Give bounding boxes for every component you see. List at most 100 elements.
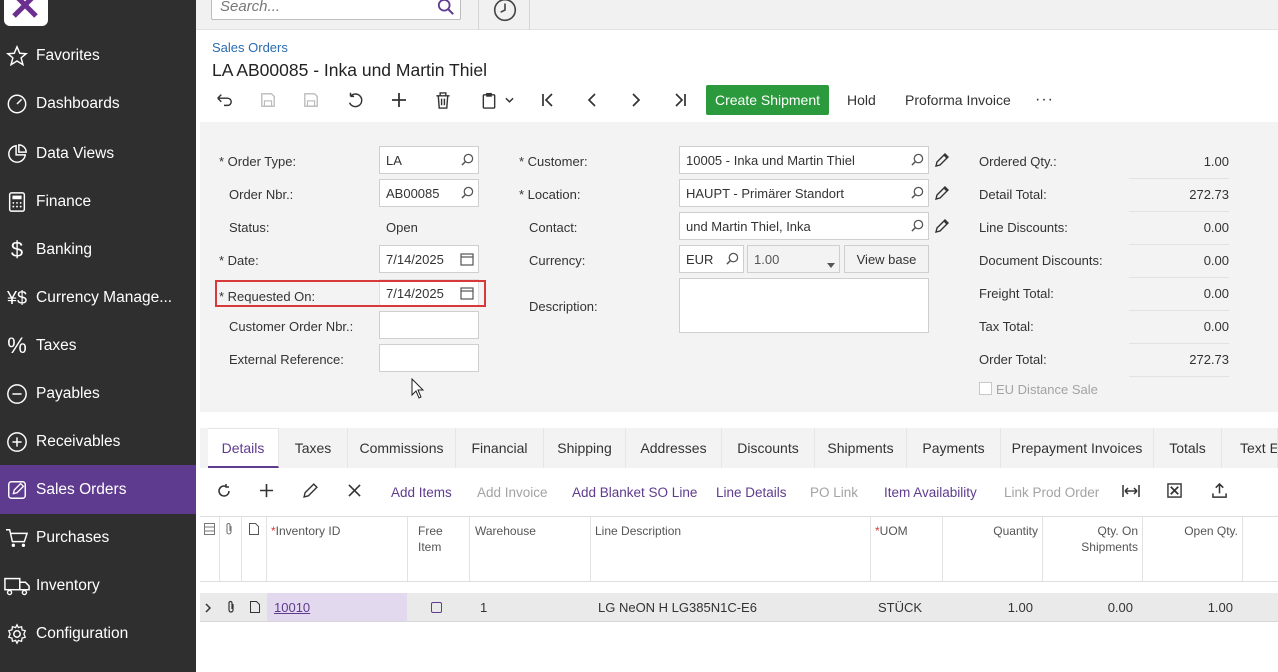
tab-shipments[interactable]: Shipments bbox=[815, 428, 907, 468]
row-expand-icon[interactable] bbox=[205, 601, 212, 616]
save-close-button[interactable] bbox=[299, 84, 323, 116]
free-item-header[interactable]: Free Item bbox=[418, 523, 443, 555]
po-link-button[interactable]: PO Link bbox=[810, 470, 858, 514]
search-icon[interactable] bbox=[461, 186, 474, 202]
quantity-cell[interactable]: 1.00 bbox=[945, 600, 1033, 615]
sidebar-item-sales-orders[interactable]: Sales Orders bbox=[0, 465, 196, 514]
last-record-button[interactable] bbox=[668, 84, 692, 116]
fit-columns-button[interactable] bbox=[1122, 470, 1140, 514]
uom-header[interactable]: *UOM bbox=[875, 523, 908, 539]
customer-field[interactable]: 10005 - Inka und Martin Thiel bbox=[679, 146, 929, 174]
line-details-button[interactable]: Line Details bbox=[716, 470, 787, 514]
tab-details[interactable]: Details bbox=[208, 428, 279, 468]
search-icon[interactable] bbox=[911, 219, 924, 235]
inventory-id-link[interactable]: 10010 bbox=[274, 600, 310, 615]
warehouse-header[interactable]: Warehouse bbox=[475, 523, 536, 539]
edit-row-button[interactable] bbox=[303, 470, 318, 514]
tab-shipping[interactable]: Shipping bbox=[544, 428, 626, 468]
line-description-cell[interactable]: LG NeON H LG385N1C-E6 bbox=[598, 600, 757, 615]
link-prod-order-button[interactable]: Link Prod Order bbox=[1004, 470, 1099, 514]
inventory-id-header[interactable]: *Inventory ID bbox=[271, 523, 340, 539]
eu-distance-checkbox[interactable] bbox=[979, 382, 992, 395]
paperclip-icon[interactable] bbox=[226, 600, 236, 617]
open-qty-header[interactable]: Open Qty. bbox=[1148, 523, 1238, 539]
tab-payments[interactable]: Payments bbox=[907, 428, 1001, 468]
line-description-header[interactable]: Line Description bbox=[595, 523, 681, 539]
save-button[interactable] bbox=[256, 84, 280, 116]
pencil-icon[interactable] bbox=[935, 219, 949, 236]
description-textarea[interactable] bbox=[679, 278, 929, 333]
sidebar-item-configuration[interactable]: Configuration bbox=[0, 610, 196, 658]
sidebar-item-data-views[interactable]: Data Views bbox=[0, 130, 196, 178]
sidebar-item-inventory[interactable]: Inventory bbox=[0, 562, 196, 610]
tab-taxes[interactable]: Taxes bbox=[279, 428, 348, 468]
inventory-id-cell[interactable]: 10010 bbox=[267, 593, 407, 621]
sidebar-item-receivables[interactable]: Receivables bbox=[0, 418, 196, 466]
add-button[interactable] bbox=[387, 84, 411, 116]
cancel-button[interactable] bbox=[343, 84, 367, 116]
more-actions-button[interactable]: ··· bbox=[1035, 84, 1054, 116]
next-record-button[interactable] bbox=[624, 84, 648, 116]
customer-order-nbr-field[interactable] bbox=[379, 311, 479, 339]
tab-prepayment-invoices[interactable]: Prepayment Invoices bbox=[1001, 428, 1154, 468]
app-logo[interactable] bbox=[4, 0, 48, 26]
calendar-icon[interactable] bbox=[460, 252, 474, 269]
create-shipment-button[interactable]: Create Shipment bbox=[706, 85, 829, 115]
add-row-button[interactable] bbox=[259, 470, 274, 514]
sidebar-item-finance[interactable]: Finance bbox=[0, 178, 196, 226]
tab-addresses[interactable]: Addresses bbox=[626, 428, 722, 468]
add-items-button[interactable]: Add Items bbox=[391, 470, 452, 514]
settings-icon[interactable] bbox=[204, 523, 215, 538]
delete-row-button[interactable] bbox=[348, 470, 361, 514]
tab-financial[interactable]: Financial bbox=[456, 428, 544, 468]
search-input[interactable]: Search... bbox=[211, 0, 461, 20]
proforma-invoice-button[interactable]: Proforma Invoice bbox=[905, 84, 1011, 116]
qty-on-shipments-header[interactable]: Qty. On Shipments bbox=[1048, 523, 1138, 555]
sidebar-item-payables[interactable]: Payables bbox=[0, 370, 196, 418]
date-field[interactable]: 7/14/2025 bbox=[379, 245, 479, 273]
search-icon[interactable] bbox=[461, 153, 474, 169]
export-excel-button[interactable] bbox=[1167, 470, 1182, 514]
quantity-header[interactable]: Quantity bbox=[948, 523, 1038, 539]
tab-commissions[interactable]: Commissions bbox=[348, 428, 456, 468]
sidebar-item-currency[interactable]: ¥$ Currency Manage... bbox=[0, 274, 196, 322]
tab-discounts[interactable]: Discounts bbox=[722, 428, 815, 468]
hold-button[interactable]: Hold bbox=[847, 84, 876, 116]
tab-text-el[interactable]: Text El bbox=[1222, 428, 1278, 468]
sidebar-item-taxes[interactable]: % Taxes bbox=[0, 322, 196, 370]
search-icon[interactable] bbox=[437, 0, 455, 19]
currency-rate-select[interactable]: 1.00 bbox=[747, 245, 840, 273]
location-field[interactable]: HAUPT - Primärer Standort bbox=[679, 179, 929, 207]
currency-field[interactable]: EUR bbox=[679, 245, 744, 273]
free-item-checkbox[interactable] bbox=[431, 602, 442, 613]
sidebar-item-purchases[interactable]: Purchases bbox=[0, 514, 196, 562]
sidebar-item-banking[interactable]: $ Banking bbox=[0, 226, 196, 274]
first-record-button[interactable] bbox=[536, 84, 560, 116]
item-availability-button[interactable]: Item Availability bbox=[884, 470, 977, 514]
back-button[interactable] bbox=[212, 84, 236, 116]
tab-totals[interactable]: Totals bbox=[1154, 428, 1222, 468]
refresh-button[interactable] bbox=[216, 470, 232, 514]
prev-record-button[interactable] bbox=[580, 84, 604, 116]
delete-button[interactable] bbox=[431, 84, 455, 116]
upload-button[interactable] bbox=[1212, 470, 1227, 514]
view-base-button[interactable]: View base bbox=[844, 245, 929, 273]
search-icon[interactable] bbox=[911, 186, 924, 202]
table-row[interactable]: 10010 1 LG NeON H LG385N1C-E6 STÜCK 1.00… bbox=[200, 593, 1278, 622]
sidebar-item-dashboards[interactable]: Dashboards bbox=[0, 80, 196, 128]
external-reference-field[interactable] bbox=[379, 344, 479, 372]
breadcrumb[interactable]: Sales Orders bbox=[212, 40, 288, 55]
order-type-field[interactable]: LA bbox=[379, 146, 479, 174]
copy-paste-button[interactable] bbox=[476, 84, 518, 116]
search-icon[interactable] bbox=[911, 153, 924, 169]
sidebar-item-favorites[interactable]: Favorites bbox=[0, 32, 196, 80]
contact-field[interactable]: und Martin Thiel, Inka bbox=[679, 212, 929, 240]
uom-cell[interactable]: STÜCK bbox=[878, 600, 922, 615]
search-icon[interactable] bbox=[726, 252, 739, 268]
pencil-icon[interactable] bbox=[935, 186, 949, 203]
note-icon[interactable] bbox=[250, 601, 260, 616]
warehouse-cell[interactable]: 1 bbox=[480, 600, 487, 615]
order-nbr-field[interactable]: AB00085 bbox=[379, 179, 479, 207]
add-blanket-so-line-button[interactable]: Add Blanket SO Line bbox=[572, 470, 697, 514]
add-invoice-button[interactable]: Add Invoice bbox=[477, 470, 548, 514]
